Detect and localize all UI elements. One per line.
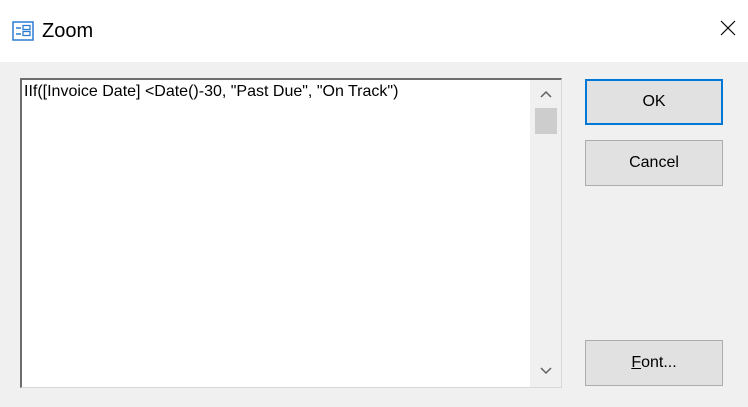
scroll-thumb[interactable] xyxy=(535,108,557,134)
expression-text[interactable]: IIf([Invoice Date] <Date()-30, "Past Due… xyxy=(24,81,524,103)
close-button[interactable] xyxy=(708,10,748,50)
font-button[interactable]: Font... xyxy=(585,340,723,386)
title-bar: Zoom xyxy=(0,0,748,62)
scroll-down-button[interactable] xyxy=(531,359,561,383)
ok-button[interactable]: OK xyxy=(585,79,723,125)
cancel-button-label: Cancel xyxy=(629,154,679,171)
font-label-rest: ont... xyxy=(641,354,677,371)
font-button-label: Font... xyxy=(631,354,676,372)
close-icon xyxy=(720,20,736,41)
cancel-button[interactable]: Cancel xyxy=(585,140,723,186)
dialog-body: IIf([Invoice Date] <Date()-30, "Past Due… xyxy=(0,62,748,407)
expression-textbox[interactable]: IIf([Invoice Date] <Date()-30, "Past Due… xyxy=(20,78,562,388)
font-mnemonic: F xyxy=(631,354,642,371)
form-icon xyxy=(12,20,34,42)
chevron-up-icon xyxy=(540,85,552,103)
scroll-up-button[interactable] xyxy=(531,82,561,106)
zoom-dialog: Zoom IIf([Invoice Date] <Date()-30, "Pas… xyxy=(0,0,748,407)
window-title: Zoom xyxy=(42,20,94,42)
chevron-down-icon xyxy=(540,362,552,380)
ok-button-label: OK xyxy=(642,93,666,110)
vertical-scrollbar[interactable] xyxy=(530,80,561,387)
